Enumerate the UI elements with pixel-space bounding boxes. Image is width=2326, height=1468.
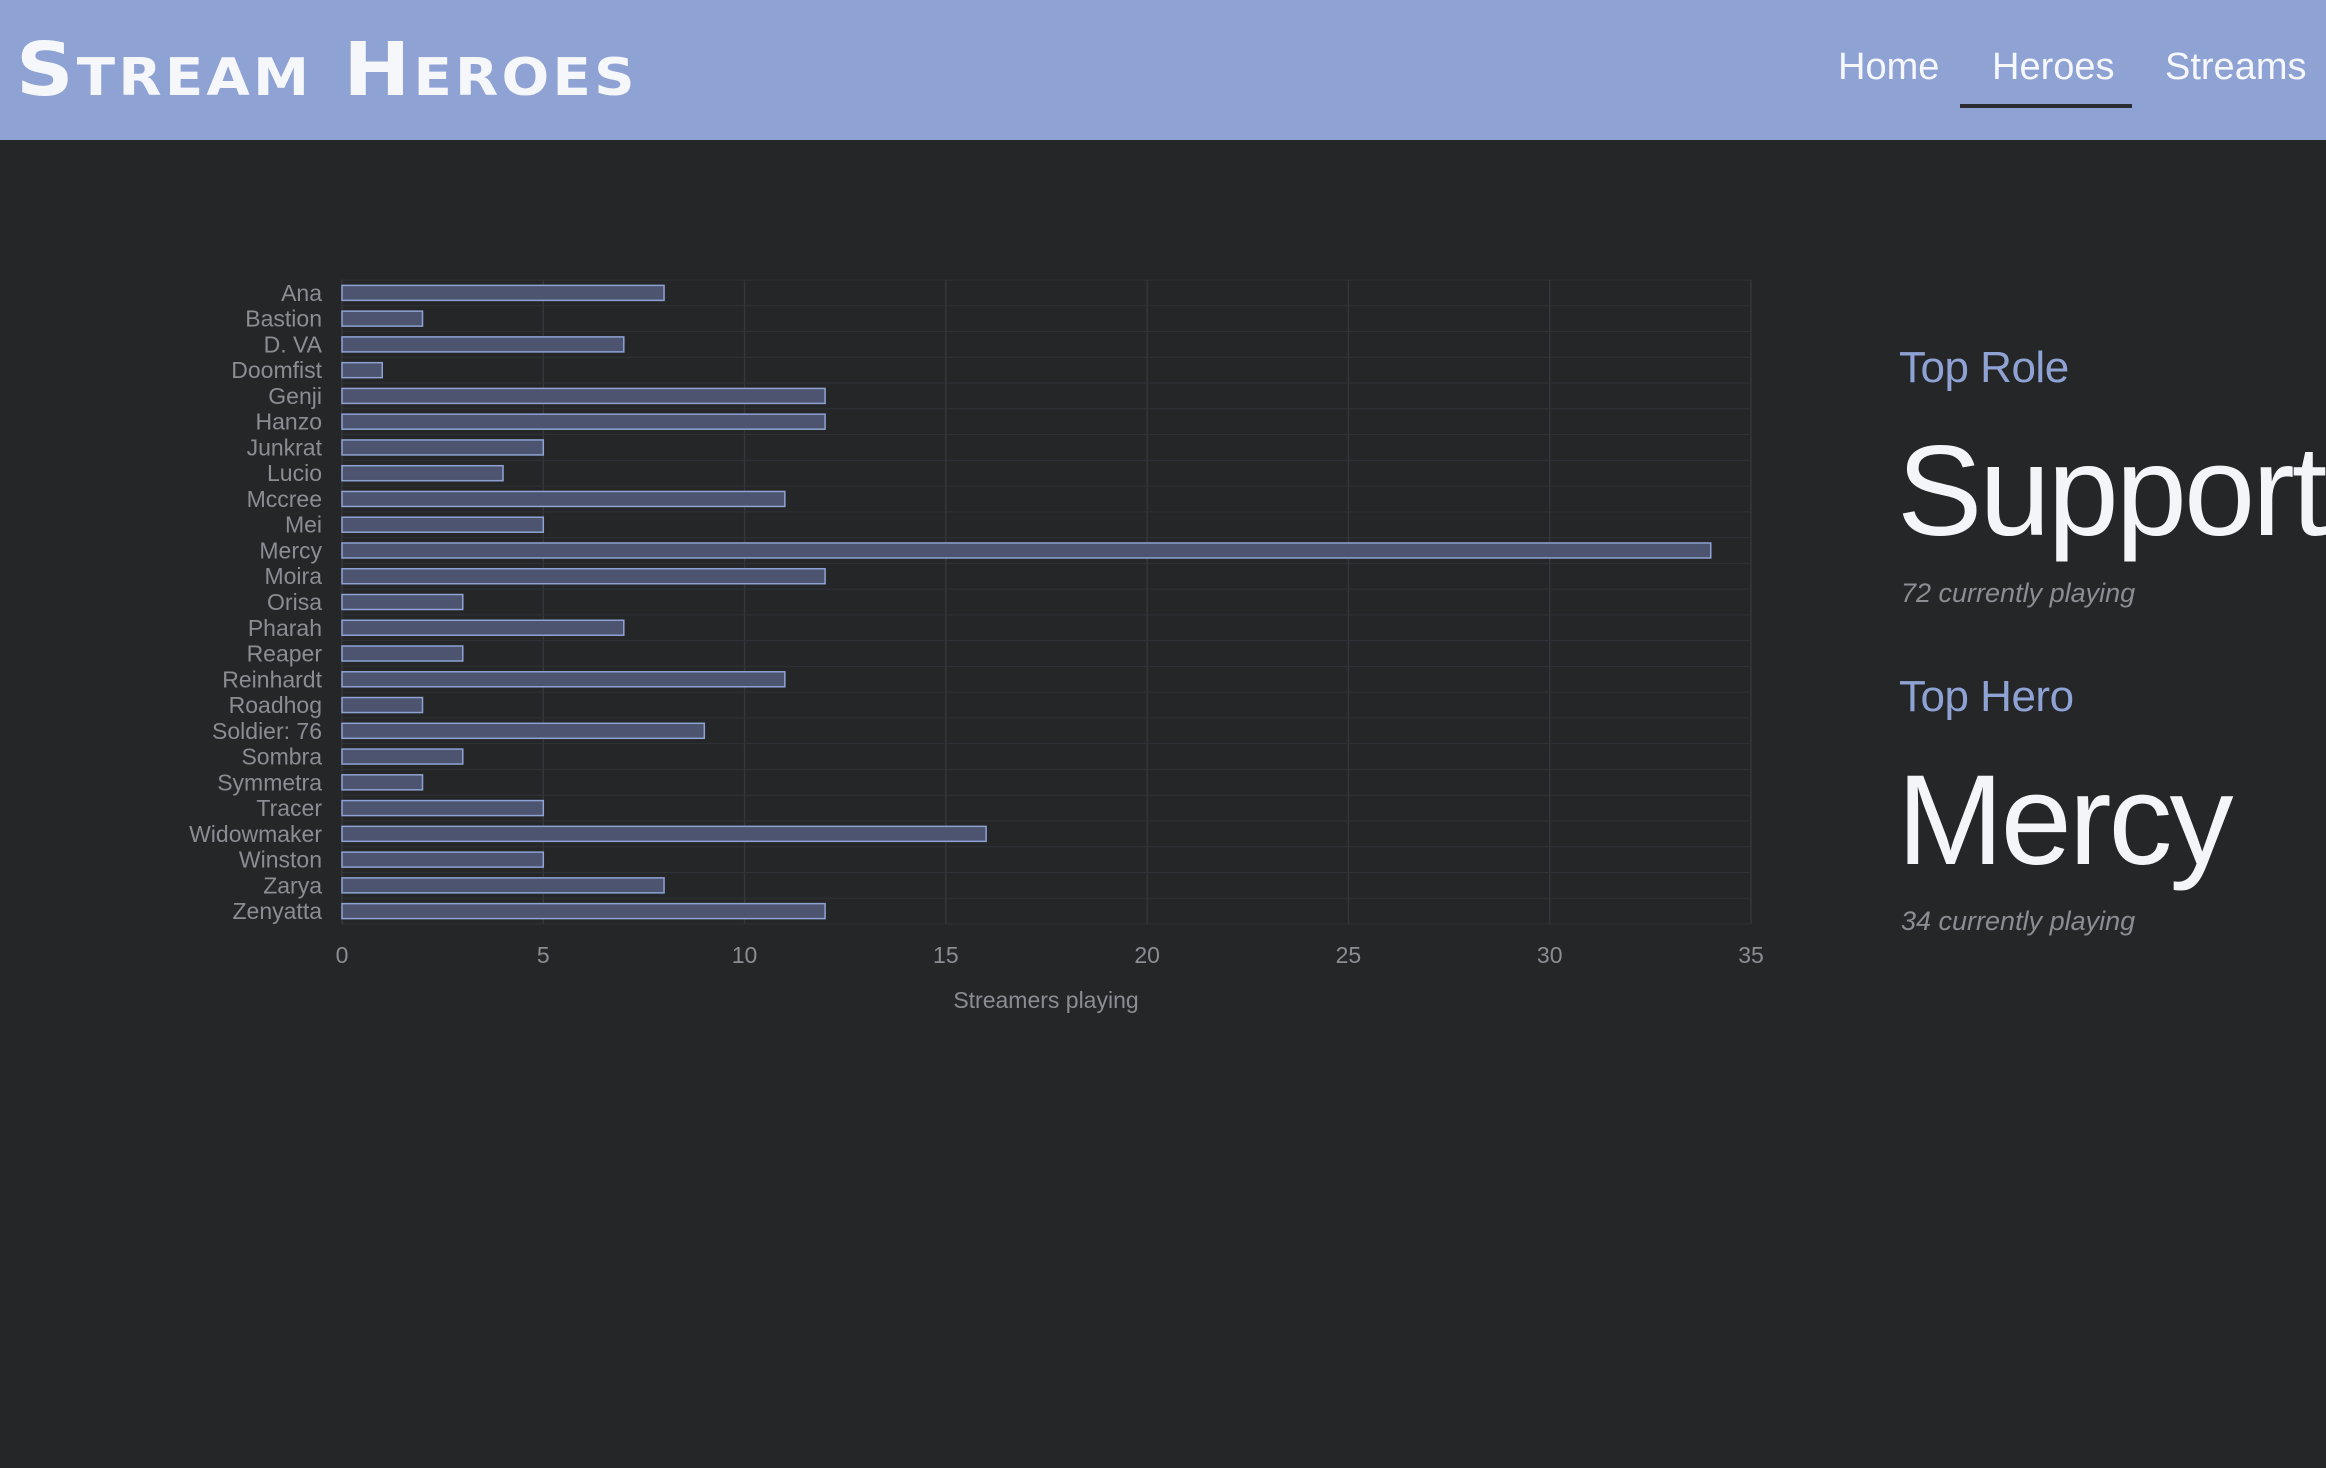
y-tick-label: Pharah <box>248 615 322 641</box>
y-tick-label: Lucio <box>267 460 322 486</box>
y-tick-label: Zenyatta <box>233 898 323 924</box>
bar[interactable] <box>341 439 545 456</box>
y-tick-label: Mccree <box>247 486 322 512</box>
y-tick-label: Junkrat <box>247 434 323 460</box>
bar[interactable] <box>341 361 384 379</box>
y-tick-label: Genji <box>268 383 322 409</box>
y-tick-label: Bastion <box>245 306 322 332</box>
x-axis-title: Streamers playing <box>953 987 1138 1013</box>
bar[interactable] <box>341 490 786 508</box>
y-tick-label: Sombra <box>241 744 322 770</box>
bar[interactable] <box>341 413 826 430</box>
x-tick-label: 30 <box>1537 942 1563 968</box>
bar[interactable] <box>341 902 826 920</box>
y-tick-label: Zarya <box>263 872 322 898</box>
chart-bars <box>341 284 1712 920</box>
x-tick-label: 20 <box>1134 942 1160 968</box>
top-role-count: 72 currently playing <box>1901 578 2136 608</box>
bar[interactable] <box>341 542 1712 559</box>
nav-heroes[interactable]: Heroes <box>1992 42 2115 92</box>
nav-home[interactable]: Home <box>1838 42 1939 92</box>
bar[interactable] <box>341 671 786 688</box>
x-tick-label: 35 <box>1738 942 1764 968</box>
x-tick-label: 5 <box>537 942 550 968</box>
y-tick-label: Tracer <box>256 795 322 821</box>
nav-active-indicator <box>1960 104 2132 108</box>
bar[interactable] <box>341 336 625 353</box>
y-tick-label: Reaper <box>247 641 323 667</box>
bar[interactable] <box>341 851 545 868</box>
bar[interactable] <box>341 774 424 791</box>
x-tick-label: 15 <box>933 942 959 968</box>
bar[interactable] <box>341 619 625 637</box>
bar[interactable] <box>341 567 826 585</box>
bar[interactable] <box>341 387 826 405</box>
y-tick-label: Symmetra <box>217 769 322 795</box>
bar[interactable] <box>341 748 464 765</box>
bar[interactable] <box>341 696 424 714</box>
y-tick-label: Moira <box>264 563 322 589</box>
y-tick-label: Soldier: 76 <box>212 718 322 744</box>
top-role-value: Support <box>1897 420 2326 563</box>
bar[interactable] <box>341 464 504 482</box>
app-header: Stream Heroes Home Heroes Streams <box>0 0 2326 140</box>
y-tick-label: Orisa <box>267 589 322 615</box>
chart-x-ticks: 0 5 10 15 20 25 30 35 <box>336 942 1764 968</box>
y-tick-label: Reinhardt <box>222 666 322 692</box>
chart-y-labels: AnaBastionD. VADoomfistGenjiHanzoJunkrat… <box>189 280 323 924</box>
x-tick-label: 0 <box>336 942 349 968</box>
bar[interactable] <box>341 593 464 611</box>
y-tick-label: Widowmaker <box>189 821 322 847</box>
y-tick-label: Mercy <box>259 537 322 563</box>
y-tick-label: Hanzo <box>256 409 322 435</box>
bar[interactable] <box>341 516 545 533</box>
top-hero-value: Mercy <box>1897 749 2233 892</box>
bar[interactable] <box>341 799 545 817</box>
bar[interactable] <box>341 284 665 302</box>
nav-streams[interactable]: Streams <box>2165 42 2306 92</box>
heroes-bar-chart: AnaBastionD. VADoomfistGenjiHanzoJunkrat… <box>189 279 1764 1013</box>
top-hero-count: 34 currently playing <box>1901 906 2136 936</box>
x-tick-label: 10 <box>732 942 758 968</box>
y-tick-label: Winston <box>239 847 322 873</box>
app-logo[interactable]: Stream Heroes <box>16 18 638 122</box>
bar[interactable] <box>341 825 987 843</box>
y-tick-label: Mei <box>285 512 322 538</box>
y-tick-label: Ana <box>281 280 322 306</box>
y-tick-label: Roadhog <box>229 692 322 718</box>
y-tick-label: Doomfist <box>231 357 322 383</box>
bar[interactable] <box>341 645 464 662</box>
bar[interactable] <box>341 722 706 740</box>
top-role-label: Top Role <box>1899 343 2069 392</box>
y-tick-label: D. VA <box>264 331 323 357</box>
top-hero-label: Top Hero <box>1899 672 2074 721</box>
bar[interactable] <box>341 877 665 894</box>
bar[interactable] <box>341 310 424 327</box>
x-tick-label: 25 <box>1336 942 1362 968</box>
